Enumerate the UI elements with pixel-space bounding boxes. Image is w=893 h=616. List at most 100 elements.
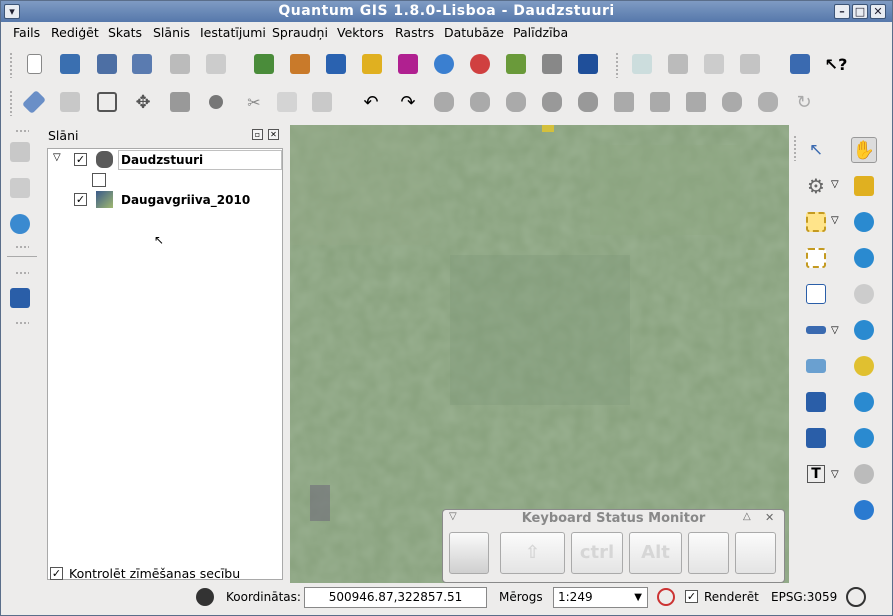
menu-plugins[interactable]: Spraudņi [272, 25, 328, 40]
panel-close-button[interactable]: ✕ [268, 129, 279, 140]
menu-database[interactable]: Datubāze [444, 25, 504, 40]
add-wfs-layer-icon[interactable] [467, 51, 493, 77]
add-wms-layer-icon[interactable] [431, 51, 457, 77]
minimize-button[interactable]: – [834, 4, 850, 19]
layer-checkbox[interactable]: ✓ [74, 153, 87, 166]
print-icon[interactable] [203, 51, 229, 77]
move-feature-icon[interactable]: ✥ [130, 89, 156, 115]
refresh-icon[interactable] [851, 497, 877, 523]
merge-attributes-icon[interactable] [755, 89, 781, 115]
text-annotation-icon[interactable]: T [803, 461, 829, 487]
identify-cursor-icon[interactable]: ↖ [803, 137, 829, 163]
delete-selected-icon[interactable] [203, 89, 229, 115]
expand-arrow-icon[interactable]: ▽ [53, 152, 61, 163]
render-checkbox[interactable]: ✓ [685, 590, 698, 603]
maximize-button[interactable]: □ [852, 4, 868, 19]
zoom-next-icon[interactable] [851, 461, 877, 487]
menu-view[interactable]: Skats [108, 25, 142, 40]
map-tips-icon[interactable] [803, 353, 829, 379]
deselect-features-icon[interactable] [803, 245, 829, 271]
plugin-settings-icon[interactable] [737, 51, 763, 77]
new-project-icon[interactable] [21, 51, 47, 77]
print-composer-icon[interactable] [167, 51, 193, 77]
delete-part-icon[interactable] [575, 89, 601, 115]
reshape-features-icon[interactable] [611, 89, 637, 115]
cut-features-icon[interactable]: ✂ [241, 89, 267, 115]
add-part-icon[interactable] [503, 89, 529, 115]
coordinate-toggle-icon[interactable] [196, 588, 214, 606]
spellcheck-icon[interactable] [629, 51, 655, 77]
split-features-icon[interactable] [683, 89, 709, 115]
crs-label[interactable]: EPSG:3059 [771, 590, 837, 604]
histogram-icon[interactable] [7, 175, 33, 201]
add-postgis-layer-icon[interactable] [323, 51, 349, 77]
simplify-feature-icon[interactable] [431, 89, 457, 115]
toggle-editing-icon[interactable] [21, 89, 47, 115]
measure-line-icon[interactable] [803, 317, 829, 343]
add-spatialite-layer-icon[interactable] [359, 51, 385, 77]
copy-features-icon[interactable] [274, 89, 300, 115]
raster-align-icon[interactable] [7, 139, 33, 165]
toolbar-grip[interactable] [15, 245, 29, 249]
chevron-down-icon[interactable]: ▽ [831, 469, 839, 480]
menu-vector[interactable]: Vektors [337, 25, 384, 40]
toolbar-grip[interactable] [15, 271, 29, 275]
chevron-up-icon[interactable]: △ [743, 511, 751, 522]
toolbar-grip[interactable] [793, 135, 797, 161]
remove-layer-icon[interactable] [539, 51, 565, 77]
open-project-icon[interactable] [57, 51, 83, 77]
plugin-tool-icon[interactable] [665, 51, 691, 77]
menu-raster[interactable]: Rastrs [395, 25, 434, 40]
rotate-symbols-icon[interactable]: ↻ [791, 89, 817, 115]
pan-map-icon[interactable]: ✋ [851, 137, 877, 163]
menu-settings[interactable]: Iestatījumi [200, 25, 266, 40]
paste-features-icon[interactable] [309, 89, 335, 115]
new-spatialite-layer-icon[interactable] [575, 51, 601, 77]
layer-name[interactable]: Daugavgriiva_2010 [121, 193, 250, 207]
merge-features-icon[interactable] [719, 89, 745, 115]
new-shapefile-icon[interactable] [503, 51, 529, 77]
help-book-icon[interactable] [787, 51, 813, 77]
add-feature-icon[interactable] [94, 89, 120, 115]
menu-file[interactable]: Fails [13, 25, 40, 40]
offset-curve-icon[interactable] [647, 89, 673, 115]
add-raster-layer-icon[interactable] [287, 51, 313, 77]
zoom-to-layer-icon[interactable] [851, 389, 877, 415]
toolbar-grip[interactable] [9, 52, 13, 78]
zoom-full-icon[interactable] [851, 317, 877, 343]
redo-icon[interactable]: ↷ [395, 89, 421, 115]
zoom-in-icon[interactable] [851, 209, 877, 235]
pan-to-selection-icon[interactable] [851, 173, 877, 199]
menu-layer[interactable]: Slānis [153, 25, 190, 40]
delete-ring-icon[interactable] [539, 89, 565, 115]
toolbar-grip[interactable] [615, 52, 619, 78]
chevron-down-icon[interactable]: ▽ [831, 215, 839, 226]
add-vector-layer-icon[interactable] [251, 51, 277, 77]
zoom-out-icon[interactable] [851, 245, 877, 271]
toolbar-grip[interactable] [15, 129, 29, 133]
run-action-icon[interactable]: ⚙ [803, 173, 829, 199]
menu-edit[interactable]: Rediģēt [51, 25, 99, 40]
select-features-icon[interactable] [803, 209, 829, 235]
add-ring-icon[interactable] [467, 89, 493, 115]
node-tool-icon[interactable] [167, 89, 193, 115]
chevron-down-icon[interactable]: ▽ [831, 179, 839, 190]
toolbar-grip[interactable] [15, 321, 29, 325]
close-button[interactable]: ✕ [870, 4, 886, 19]
draw-order-checkbox[interactable]: ✓ [50, 567, 63, 580]
scale-combobox[interactable]: 1:249 ▼ [553, 587, 648, 608]
database-icon[interactable] [7, 285, 33, 311]
globe-icon[interactable] [7, 211, 33, 237]
zoom-actual-size-icon[interactable] [851, 281, 877, 307]
coordinates-field[interactable]: 500946.87,322857.51 [304, 587, 487, 608]
save-project-icon[interactable] [94, 51, 120, 77]
whats-this-icon[interactable]: ↖? [823, 51, 849, 77]
zoom-last-icon[interactable] [851, 425, 877, 451]
new-bookmark-icon[interactable] [803, 389, 829, 415]
attribute-table-icon[interactable] [803, 281, 829, 307]
plugin-tag-icon[interactable] [701, 51, 727, 77]
undo-icon[interactable]: ↶ [358, 89, 384, 115]
stop-render-icon[interactable] [657, 588, 675, 606]
toolbar-grip[interactable] [9, 90, 13, 116]
panel-float-button[interactable]: ▫ [252, 129, 263, 140]
